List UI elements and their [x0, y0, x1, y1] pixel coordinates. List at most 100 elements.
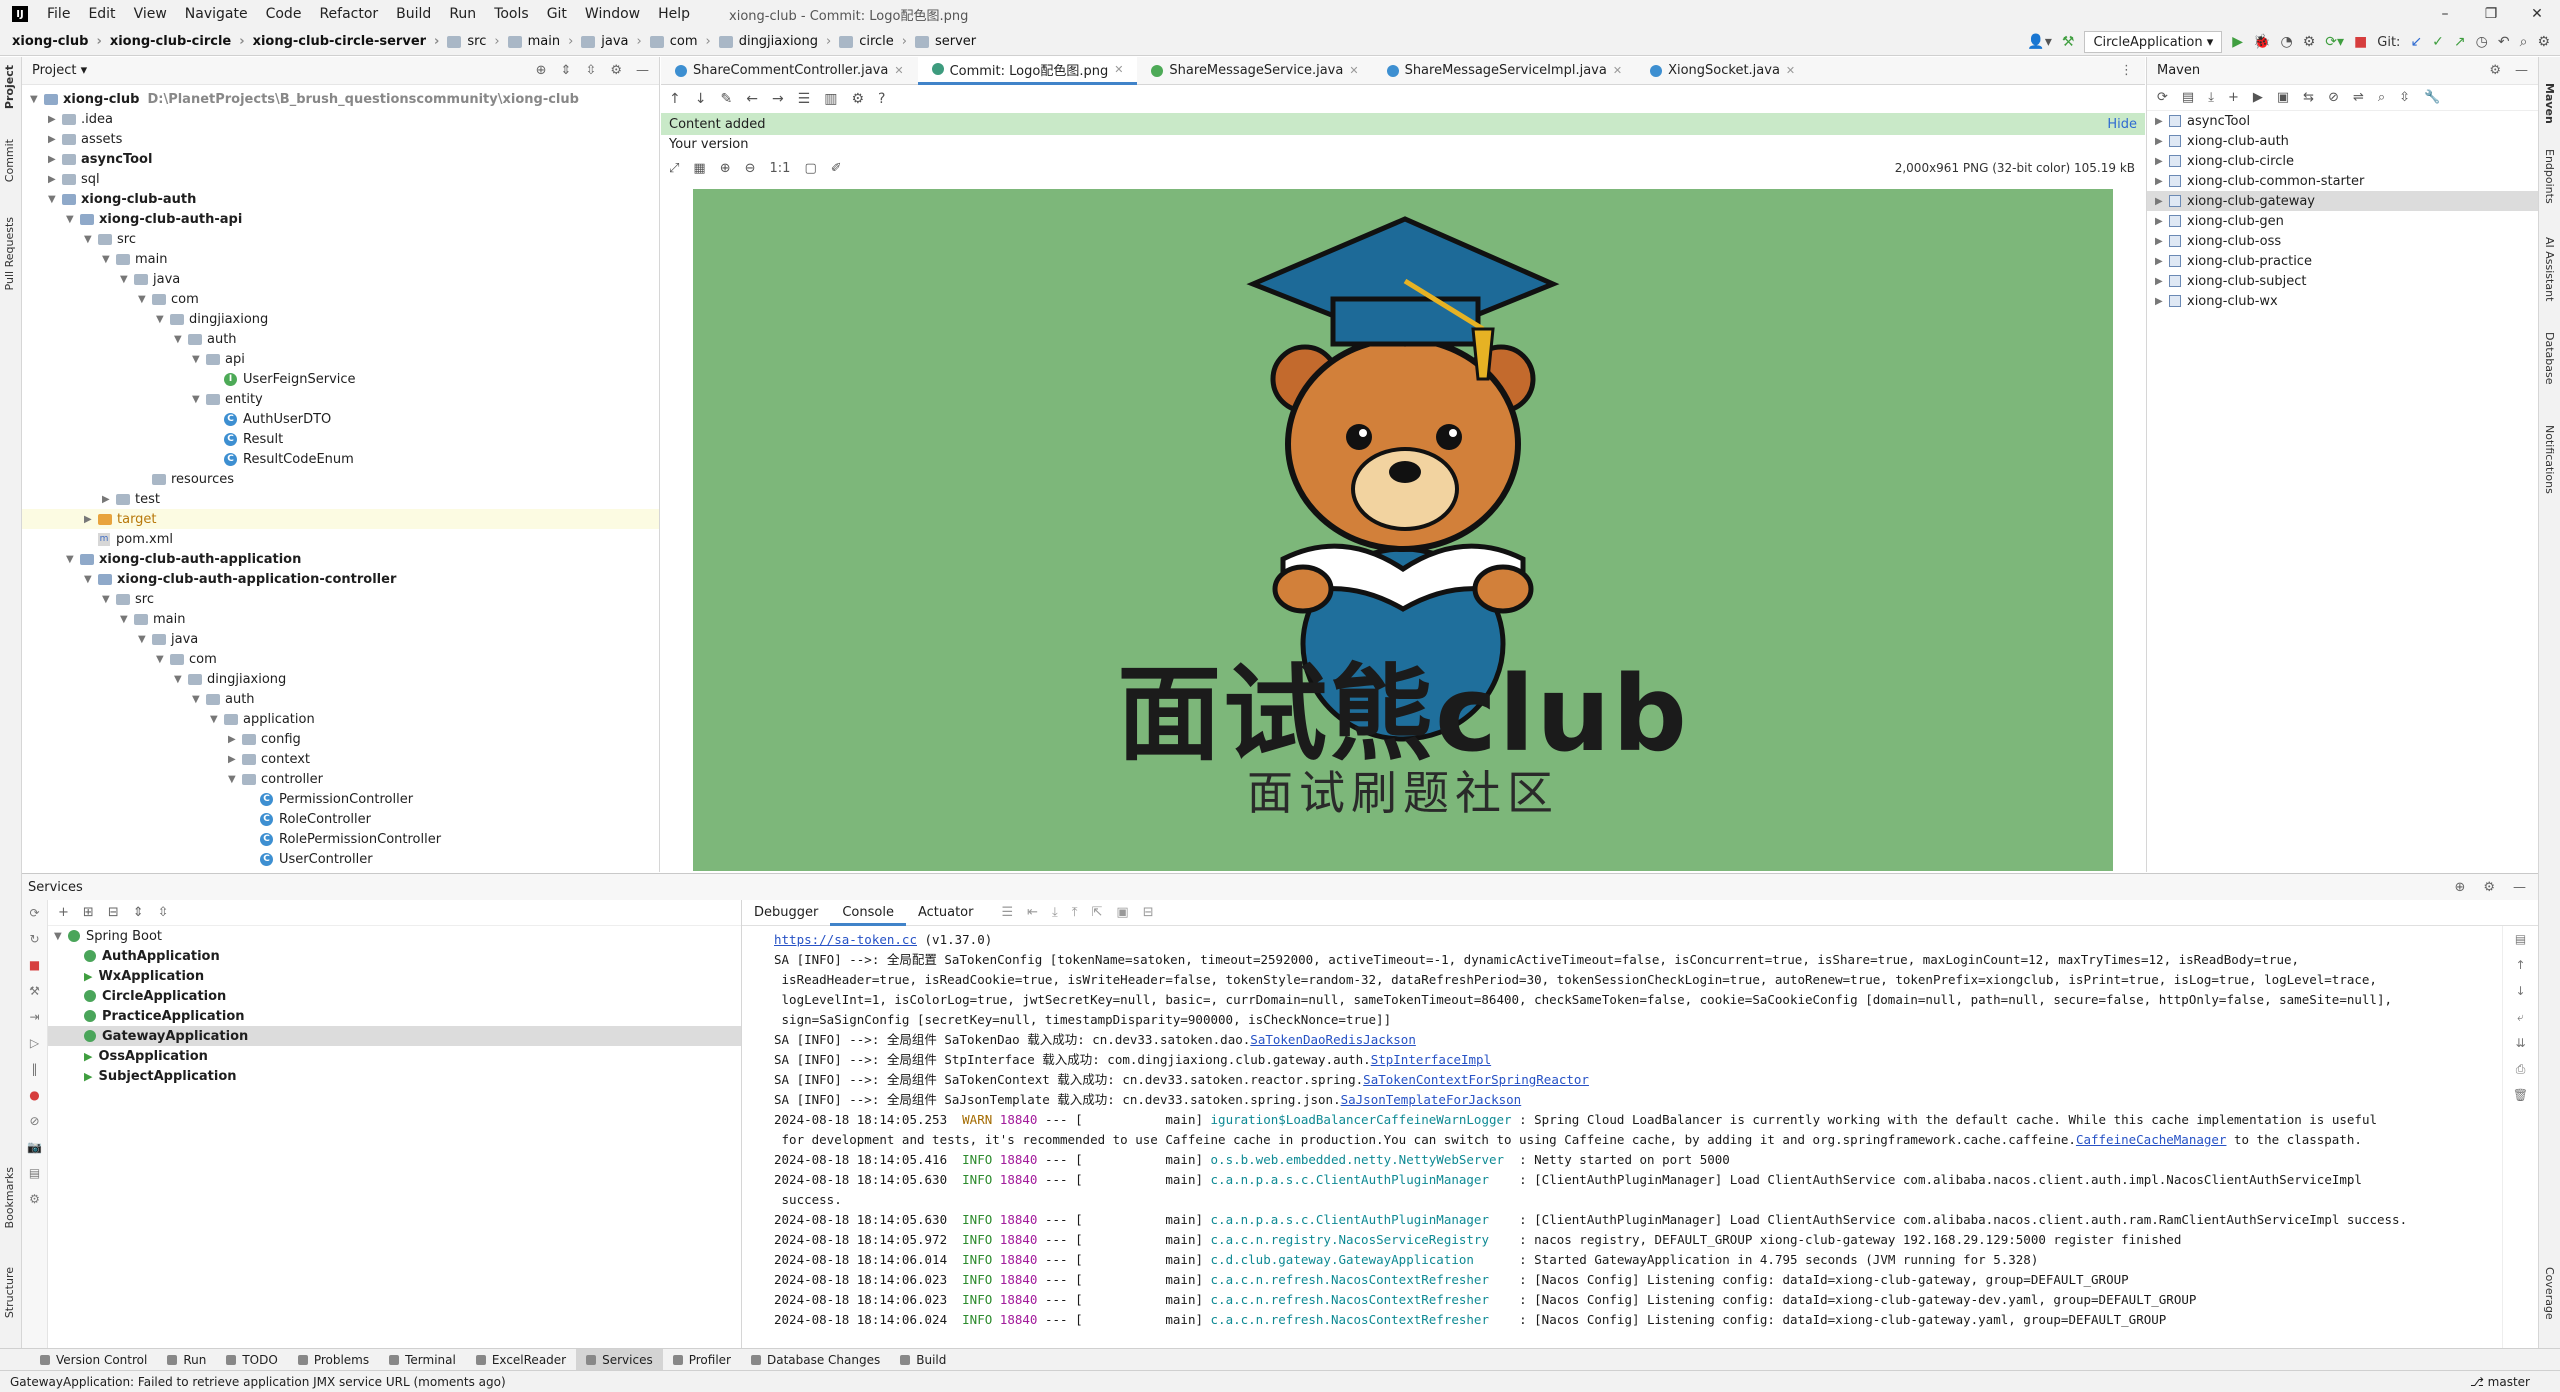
maven-project-item[interactable]: ▶ xiong-club-common-starter [2147, 171, 2538, 191]
project-tree-node[interactable]: ▼ java [22, 629, 659, 649]
mute-breakpoints-icon[interactable]: ⊘ [22, 1108, 47, 1134]
git-update-icon[interactable]: ↙ [2410, 34, 2422, 50]
diff-settings-icon[interactable]: ⚙ [851, 91, 864, 107]
chevron-right-icon[interactable]: ▶ [102, 494, 116, 505]
fit-zoom-icon[interactable]: ▢ [804, 161, 816, 176]
maximize-icon[interactable]: ❐ [2468, 0, 2514, 28]
spring-boot-group[interactable]: ▼ Spring Boot [48, 926, 741, 946]
collapse-icon[interactable]: ⇳ [2399, 90, 2410, 105]
clear-icon[interactable]: 🗑 [2503, 1082, 2538, 1108]
options-gear-icon[interactable]: ⚙ [610, 63, 622, 78]
build-icon[interactable]: ⚒ [22, 978, 47, 1004]
chevron-right-icon[interactable]: ▶ [2155, 296, 2169, 307]
step-icon[interactable]: ⇥ [22, 1004, 47, 1030]
tab-console[interactable]: Console [830, 900, 906, 926]
project-tree-node[interactable]: C UserController [22, 849, 659, 869]
breadcrumb-item[interactable]: java › [577, 34, 645, 49]
scroll-up-icon[interactable]: ↑ [2503, 952, 2538, 978]
edit-source-icon[interactable]: ✎ [720, 91, 732, 107]
minimize-icon[interactable]: – [2422, 0, 2468, 28]
chevron-right-icon[interactable]: ▶ [2155, 256, 2169, 267]
menu-tools[interactable]: Tools [485, 6, 538, 22]
close-tab-icon[interactable]: ✕ [894, 64, 903, 77]
soft-wrap-icon[interactable]: ⤶ [2503, 1004, 2538, 1030]
bottom-tab[interactable]: ExcelReader [466, 1349, 576, 1371]
maven-project-item[interactable]: ▶ xiong-club-oss [2147, 231, 2538, 251]
chevron-right-icon[interactable]: ▶ [48, 114, 62, 125]
execute-goal-icon[interactable]: ▣ [2277, 90, 2289, 105]
project-tree-node[interactable]: ▶ sql [22, 169, 659, 189]
chevron-right-icon[interactable]: ▶ [2155, 136, 2169, 147]
bottom-tab[interactable]: Version Control [30, 1349, 157, 1371]
scroll-to-end-icon[interactable]: ⇊ [2503, 1030, 2538, 1056]
commit-tool-button[interactable]: Commit [3, 139, 16, 182]
chevron-right-icon[interactable]: ▶ [228, 754, 242, 765]
chevron-down-icon[interactable]: ▼ [192, 694, 206, 705]
project-tree-node[interactable]: I UserFeignService [22, 369, 659, 389]
tab-xiong-socket[interactable]: XiongSocket.java ✕ [1636, 57, 1809, 85]
add-service-icon[interactable]: + [58, 905, 69, 920]
menu-edit[interactable]: Edit [79, 6, 124, 22]
breadcrumb-item[interactable]: circle › [835, 34, 911, 49]
chevron-down-icon[interactable]: ▼ [120, 274, 134, 285]
chevron-right-icon[interactable]: ▶ [2155, 196, 2169, 207]
maven-tool-button[interactable]: Maven [2543, 83, 2556, 124]
project-view-select[interactable]: Project ▾ [32, 63, 87, 78]
git-history-icon[interactable]: ◷ [2476, 34, 2488, 50]
close-tab-icon[interactable]: ✕ [1114, 63, 1123, 76]
project-tree-node[interactable]: ▼ auth [22, 689, 659, 709]
project-tree-node[interactable]: ▶ config [22, 729, 659, 749]
service-app-item[interactable]: AuthApplication [48, 946, 741, 966]
project-tree-node[interactable]: ▼ com [22, 289, 659, 309]
maven-project-item[interactable]: ▶ xiong-club-auth [2147, 131, 2538, 151]
bottom-tab[interactable]: Services [576, 1348, 663, 1371]
maven-project-item[interactable]: ▶ xiong-club-practice [2147, 251, 2538, 271]
reload-icon[interactable]: ⟳ [2157, 90, 2168, 105]
chevron-down-icon[interactable]: ▼ [174, 334, 188, 345]
user-icon[interactable]: 👤▾ [2027, 34, 2051, 50]
breadcrumb-item[interactable]: xiong-club-circle › [106, 34, 249, 49]
color-picker-icon[interactable]: ✐ [831, 161, 842, 176]
status-message[interactable]: GatewayApplication: Failed to retrieve a… [10, 1375, 506, 1389]
next-diff-icon[interactable]: ↓ [695, 91, 707, 107]
more-run-icon[interactable]: ⟳▾ [2325, 34, 2344, 50]
menu-view[interactable]: View [125, 6, 176, 22]
git-rollback-icon[interactable]: ↶ [2498, 34, 2510, 50]
toggle-offline-icon[interactable]: ⇆ [2303, 90, 2314, 105]
zoom-out-icon[interactable]: ⊖ [745, 161, 756, 176]
project-tree-node[interactable]: resources [22, 469, 659, 489]
services-hide-icon[interactable]: — [2513, 880, 2526, 895]
tab-debugger[interactable]: Debugger [742, 900, 830, 926]
service-settings-icon[interactable]: ⚙ [22, 1186, 47, 1212]
chevron-right-icon[interactable]: ▶ [2155, 116, 2169, 127]
project-tree-node[interactable]: C ResultCodeEnum [22, 449, 659, 469]
service-app-item[interactable]: ▶ SubjectApplication [48, 1066, 741, 1086]
hide-icon[interactable]: — [636, 63, 649, 78]
project-tree-node[interactable]: ▼ xiong-club-auth [22, 189, 659, 209]
bookmarks-tool-button[interactable]: Bookmarks [3, 1167, 16, 1228]
chevron-right-icon[interactable]: ▶ [2155, 216, 2169, 227]
chevron-down-icon[interactable]: ▼ [30, 94, 44, 105]
project-tree-node[interactable]: ▼ main [22, 609, 659, 629]
project-tree-node[interactable]: ▶ assets [22, 129, 659, 149]
filter-icon[interactable]: ⊟ [108, 905, 119, 920]
rerun-failed-icon[interactable]: ↻ [22, 926, 47, 952]
close-icon[interactable]: ✕ [2514, 0, 2560, 28]
print-icon[interactable]: ⎙ [2503, 1056, 2538, 1082]
chevron-down-icon[interactable]: ▼ [192, 394, 206, 405]
search-everywhere-icon[interactable]: ⌕ [2520, 34, 2528, 50]
console-link[interactable]: CaffeineCacheManager [2076, 1132, 2227, 1147]
tab-commit-logo[interactable]: Commit: Logo配色图.png ✕ [917, 56, 1138, 85]
project-tree-node[interactable]: ▶ context [22, 749, 659, 769]
project-tool-button[interactable]: Project [3, 65, 16, 109]
chevron-right-icon[interactable]: ▶ [48, 174, 62, 185]
service-app-item[interactable]: ▶ WxApplication [48, 966, 741, 986]
run-configuration-select[interactable]: CircleApplication ▾ [2084, 31, 2223, 53]
maven-hide-icon[interactable]: — [2515, 63, 2528, 78]
breadcrumb-item[interactable]: xiong-club › [8, 34, 106, 49]
services-settings-icon[interactable]: ⚙ [2483, 880, 2495, 895]
service-app-item[interactable]: GatewayApplication [48, 1026, 741, 1046]
project-tree-node[interactable]: ▼ xiong-club-auth-application [22, 549, 659, 569]
prev-diff-icon[interactable]: ↑ [669, 91, 681, 107]
download-icon[interactable]: ⤓ [2208, 90, 2214, 105]
